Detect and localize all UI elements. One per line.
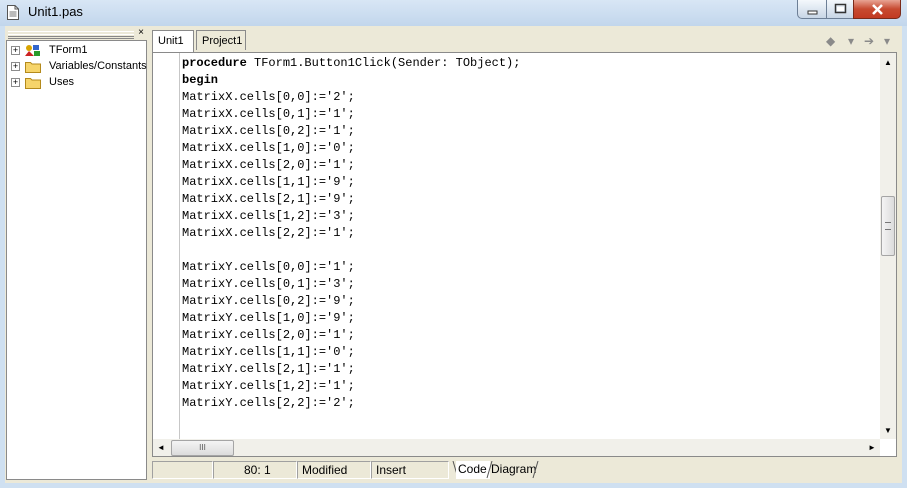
expand-icon[interactable]: + <box>11 78 20 87</box>
code-line[interactable]: MatrixY.cells[0,2]:='9'; <box>182 293 520 310</box>
minimize-button[interactable] <box>797 0 827 19</box>
horizontal-scrollbar[interactable] <box>153 439 880 456</box>
explorer-grip[interactable] <box>8 34 134 39</box>
code-line[interactable]: MatrixY.cells[1,2]:='1'; <box>182 378 520 395</box>
editor-gutter[interactable] <box>153 53 180 439</box>
expand-icon[interactable]: + <box>11 46 20 55</box>
back-icon[interactable]: ◆ <box>826 34 835 48</box>
horizontal-scroll-thumb[interactable]: III <box>171 440 234 456</box>
tree-item-label: TForm1 <box>49 44 88 56</box>
code-line[interactable]: MatrixX.cells[1,1]:='9'; <box>182 174 520 191</box>
code-line[interactable]: MatrixX.cells[0,0]:='2'; <box>182 89 520 106</box>
chevron-down-icon[interactable]: ▾ <box>848 34 854 48</box>
code-line[interactable]: begin <box>182 72 520 89</box>
tree-item-uses[interactable]: + Uses <box>11 75 141 91</box>
code-line[interactable]: MatrixY.cells[2,1]:='1'; <box>182 361 520 378</box>
tree-item-variables-constants[interactable]: + Variables/Constants <box>11 59 147 75</box>
code-line[interactable]: MatrixX.cells[0,1]:='1'; <box>182 106 520 123</box>
scroll-right-icon[interactable]: ► <box>864 440 880 456</box>
tree-item-label: Variables/Constants <box>49 60 147 72</box>
code-line[interactable]: MatrixY.cells[1,0]:='9'; <box>182 310 520 327</box>
tree-item-tform1[interactable]: + TForm1 <box>11 43 141 59</box>
cursor-position: 80: 1 <box>213 461 297 479</box>
document-icon <box>7 5 19 20</box>
code-line[interactable]: procedure TForm1.Button1Click(Sender: TO… <box>182 55 520 72</box>
maximize-button[interactable] <box>826 0 854 19</box>
code-line[interactable]: MatrixX.cells[2,1]:='9'; <box>182 191 520 208</box>
window-title: Unit1.pas <box>28 4 83 19</box>
code-line[interactable]: MatrixX.cells[2,2]:='1'; <box>182 225 520 242</box>
code-line[interactable]: MatrixY.cells[0,1]:='3'; <box>182 276 520 293</box>
insert-mode-status: Insert <box>371 461 449 479</box>
minimize-icon <box>807 10 818 15</box>
expand-icon[interactable]: + <box>11 62 20 71</box>
code-explorer[interactable]: + TForm1 + Variables/Constants + Uses <box>6 40 147 480</box>
code-line[interactable]: MatrixX.cells[0,2]:='1'; <box>182 123 520 140</box>
folder-icon <box>25 62 41 73</box>
code-line[interactable] <box>182 242 520 259</box>
folder-icon <box>25 78 41 89</box>
history-navigation: ◆ ▾ ➔ ▾ <box>826 34 896 48</box>
close-button[interactable] <box>853 0 901 19</box>
code-line[interactable]: MatrixY.cells[2,0]:='1'; <box>182 327 520 344</box>
explorer-close-button[interactable]: × <box>136 28 146 38</box>
maximize-icon <box>834 3 847 14</box>
tab-project1[interactable]: Project1 <box>196 30 246 50</box>
tab-code[interactable]: Code <box>456 461 490 479</box>
modified-status: Modified <box>297 461 371 479</box>
code-line[interactable]: MatrixY.cells[0,0]:='1'; <box>182 259 520 276</box>
code-line[interactable]: MatrixY.cells[2,2]:='2'; <box>182 395 520 412</box>
code-text[interactable]: procedure TForm1.Button1Click(Sender: TO… <box>182 55 520 412</box>
form-components-icon <box>25 45 40 56</box>
tab-separator <box>532 461 539 479</box>
code-line[interactable]: MatrixX.cells[1,2]:='3'; <box>182 208 520 225</box>
close-icon <box>872 4 883 15</box>
code-line[interactable]: MatrixY.cells[1,1]:='0'; <box>182 344 520 361</box>
scroll-down-icon[interactable]: ▼ <box>880 423 896 439</box>
code-line[interactable]: MatrixX.cells[2,0]:='1'; <box>182 157 520 174</box>
scroll-left-icon[interactable]: ◄ <box>153 440 169 456</box>
title-bar: Unit1.pas <box>0 0 907 26</box>
status-blank <box>152 461 213 479</box>
chevron-down-icon[interactable]: ▾ <box>884 34 890 48</box>
code-line[interactable]: MatrixX.cells[1,0]:='0'; <box>182 140 520 157</box>
tree-item-label: Uses <box>49 76 75 88</box>
scroll-up-icon[interactable]: ▲ <box>880 55 896 71</box>
tab-diagram[interactable]: Diagram <box>489 461 537 479</box>
forward-icon[interactable]: ➔ <box>864 34 874 48</box>
grip-icon <box>885 222 891 230</box>
tab-unit1[interactable]: Unit1 <box>152 30 194 52</box>
